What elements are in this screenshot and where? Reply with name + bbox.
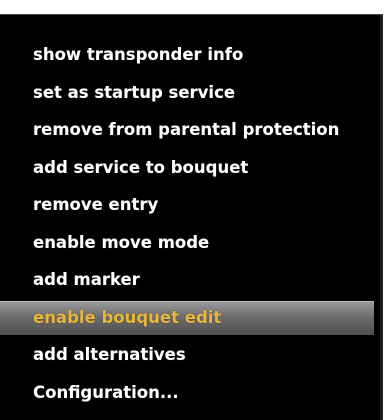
menu-item-remove-from-parental-protection[interactable]: remove from parental protection [0,111,382,149]
context-menu-list: show transponder info set as startup ser… [0,36,382,411]
menu-right-edge [380,15,382,420]
menu-item-remove-entry[interactable]: remove entry [0,186,382,224]
menu-item-add-service-to-bouquet[interactable]: add service to bouquet [0,149,382,187]
menu-item-add-alternatives[interactable]: add alternatives [0,336,382,374]
menu-item-enable-move-mode[interactable]: enable move mode [0,224,382,262]
menu-item-set-as-startup-service[interactable]: set as startup service [0,74,382,112]
menu-item-show-transponder-info[interactable]: show transponder info [0,36,382,74]
menu-item-configuration[interactable]: Configuration... [0,374,382,412]
context-menu: show transponder info set as startup ser… [0,14,383,420]
menu-item-add-marker[interactable]: add marker [0,261,382,299]
menu-item-enable-bouquet-edit-selected[interactable]: enable bouquet edit [0,300,374,335]
